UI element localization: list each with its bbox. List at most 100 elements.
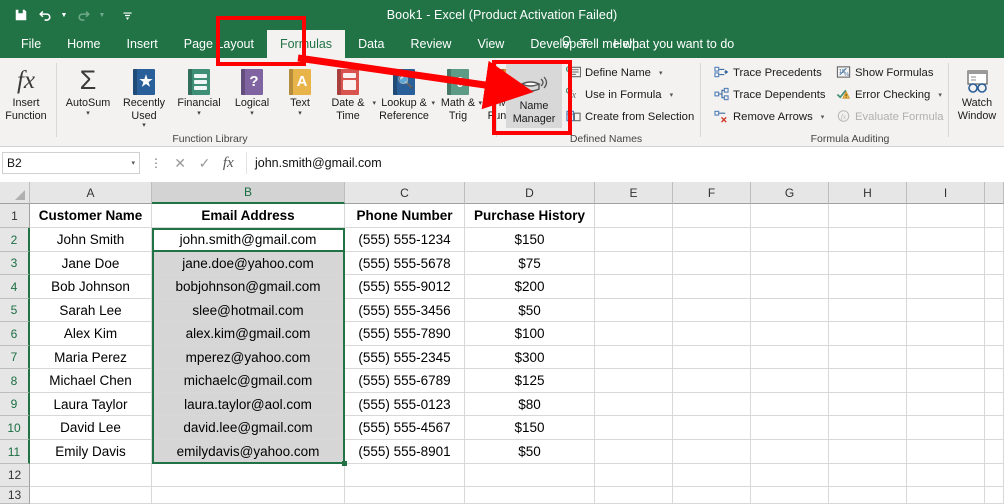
cell-C10[interactable]: (555) 555-4567 [345, 416, 465, 440]
cell-H5[interactable] [829, 299, 907, 322]
insert-function-icon[interactable]: fx [223, 155, 234, 172]
cell-H9[interactable] [829, 393, 907, 416]
cell-J10[interactable] [985, 416, 1004, 440]
cell-H3[interactable] [829, 252, 907, 275]
date-time-button[interactable]: Date & Time ▾ [322, 61, 376, 122]
cell-I7[interactable] [907, 346, 985, 369]
remove-arrows-button[interactable]: Remove Arrows ▾ [714, 108, 824, 126]
cell-A5[interactable]: Sarah Lee [30, 299, 152, 322]
cell-A1[interactable]: Customer Name [30, 204, 152, 228]
cell-A2[interactable]: John Smith [30, 228, 152, 252]
cell-H10[interactable] [829, 416, 907, 440]
formula-input[interactable]: john.smith@gmail.com [246, 152, 998, 174]
cell-D9[interactable]: $80 [465, 393, 595, 416]
cell-C8[interactable]: (555) 555-6789 [345, 369, 465, 393]
save-icon[interactable] [10, 3, 32, 27]
cell-E11[interactable] [595, 440, 673, 464]
tab-file[interactable]: File [8, 30, 54, 58]
recently-used-dropdown-icon[interactable]: ▾ [142, 122, 146, 130]
cell-C5[interactable]: (555) 555-3456 [345, 299, 465, 322]
math-trig-button[interactable]: θ Math & Trig ▾ [434, 61, 482, 122]
row-header-4[interactable]: 4 [0, 275, 30, 299]
cell-D10[interactable]: $150 [465, 416, 595, 440]
tab-page-layout[interactable]: Page Layout [171, 30, 267, 58]
cell-F9[interactable] [673, 393, 751, 416]
cell-G7[interactable] [751, 346, 829, 369]
cell-E2[interactable] [595, 228, 673, 252]
customize-quick-access-toolbar-icon[interactable] [116, 3, 138, 27]
cell-D6[interactable]: $100 [465, 322, 595, 346]
cell-C9[interactable]: (555) 555-0123 [345, 393, 465, 416]
cell-H4[interactable] [829, 275, 907, 299]
cell-A8[interactable]: Michael Chen [30, 369, 152, 393]
cell-C12[interactable] [345, 464, 465, 487]
tell-me-search[interactable]: Tell me what you want to do [560, 30, 734, 58]
cell-H11[interactable] [829, 440, 907, 464]
cell-D5[interactable]: $50 [465, 299, 595, 322]
cell-B13[interactable] [152, 487, 345, 504]
cell-D4[interactable]: $200 [465, 275, 595, 299]
row-header-7[interactable]: 7 [0, 346, 30, 369]
cell-A11[interactable]: Emily Davis [30, 440, 152, 464]
cell-G2[interactable] [751, 228, 829, 252]
financial-button[interactable]: Financial ▾ [172, 61, 226, 118]
cell-E12[interactable] [595, 464, 673, 487]
cell-J5[interactable] [985, 299, 1004, 322]
cell-G10[interactable] [751, 416, 829, 440]
cell-J12[interactable] [985, 464, 1004, 487]
cell-C11[interactable]: (555) 555-8901 [345, 440, 465, 464]
cell-C3[interactable]: (555) 555-5678 [345, 252, 465, 275]
cell-G1[interactable] [751, 204, 829, 228]
cell-A7[interactable]: Maria Perez [30, 346, 152, 369]
cell-J9[interactable] [985, 393, 1004, 416]
name-manager-button[interactable]: Name Manager [506, 62, 562, 128]
cancel-icon[interactable]: ✕ [174, 155, 186, 172]
cell-G5[interactable] [751, 299, 829, 322]
cell-E3[interactable] [595, 252, 673, 275]
recently-used-button[interactable]: ★ Recently Used ▾ [116, 61, 172, 130]
error-checking-dropdown-icon[interactable]: ▾ [938, 91, 942, 99]
show-formulas-button[interactable]: 15% Show Formulas [836, 64, 933, 82]
cell-H13[interactable] [829, 487, 907, 504]
row-header-1[interactable]: 1 [0, 204, 30, 228]
cell-F2[interactable] [673, 228, 751, 252]
cell-H7[interactable] [829, 346, 907, 369]
row-header-3[interactable]: 3 [0, 252, 30, 275]
tab-insert[interactable]: Insert [114, 30, 171, 58]
cell-F7[interactable] [673, 346, 751, 369]
name-box[interactable]: B2 ▾ [2, 152, 140, 174]
column-header-a[interactable]: A [30, 182, 152, 204]
cell-H1[interactable] [829, 204, 907, 228]
cell-E8[interactable] [595, 369, 673, 393]
cell-I2[interactable] [907, 228, 985, 252]
column-header-h[interactable]: H [829, 182, 907, 204]
cell-A12[interactable] [30, 464, 152, 487]
cell-I8[interactable] [907, 369, 985, 393]
cell-F11[interactable] [673, 440, 751, 464]
create-from-selection-button[interactable]: Create from Selection [566, 108, 694, 126]
cell-F4[interactable] [673, 275, 751, 299]
cell-D1[interactable]: Purchase History [465, 204, 595, 228]
cell-I3[interactable] [907, 252, 985, 275]
cell-I1[interactable] [907, 204, 985, 228]
cell-H6[interactable] [829, 322, 907, 346]
insert-function-button[interactable]: fx Insert Function [0, 61, 52, 122]
text-button[interactable]: A Text ▾ [278, 61, 322, 118]
use-in-formula-button[interactable]: fx Use in Formula ▾ [565, 86, 673, 104]
cell-I9[interactable] [907, 393, 985, 416]
cell-C1[interactable]: Phone Number [345, 204, 465, 228]
cell-I6[interactable] [907, 322, 985, 346]
row-header-9[interactable]: 9 [0, 393, 30, 416]
cell-B1[interactable]: Email Address [152, 204, 345, 228]
cell-B8[interactable]: michaelc@gmail.com [152, 369, 345, 393]
logical-dropdown-icon[interactable]: ▾ [250, 110, 254, 118]
cell-E7[interactable] [595, 346, 673, 369]
cell-C6[interactable]: (555) 555-7890 [345, 322, 465, 346]
cell-B10[interactable]: david.lee@gmail.com [152, 416, 345, 440]
trace-dependents-button[interactable]: Trace Dependents [714, 86, 826, 104]
cell-H2[interactable] [829, 228, 907, 252]
cell-B6[interactable]: alex.kim@gmail.com [152, 322, 345, 346]
cell-F6[interactable] [673, 322, 751, 346]
cell-E5[interactable] [595, 299, 673, 322]
cell-G4[interactable] [751, 275, 829, 299]
